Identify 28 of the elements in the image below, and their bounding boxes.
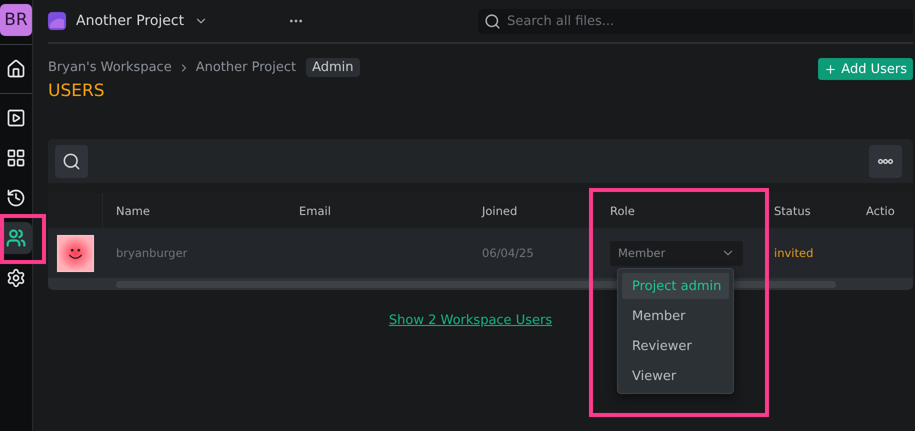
column-header: Email — [286, 193, 469, 228]
column-header: Joined — [469, 193, 597, 228]
menu-option[interactable]: Reviewer — [622, 333, 729, 359]
column-header: Role — [597, 193, 761, 228]
page-title: USERS — [48, 81, 105, 101]
menu-option[interactable]: Member — [622, 303, 729, 329]
more-button[interactable] — [869, 144, 902, 178]
breadcrumb-link[interactable]: Bryan's Workspace — [48, 60, 172, 75]
column-header: Name — [103, 193, 286, 228]
column-header: Status — [761, 193, 853, 228]
project-name[interactable]: Another Project — [76, 13, 184, 29]
user-avatar[interactable]: BR — [0, 4, 32, 36]
column-header: Actio — [853, 193, 913, 228]
search-icon — [484, 12, 502, 30]
search-button[interactable] — [55, 144, 88, 178]
project-logo-icon — [48, 12, 66, 30]
search-icon — [62, 152, 81, 170]
role-badge: Admin — [306, 58, 360, 77]
more-icon — [878, 158, 893, 164]
add-users-button[interactable]: Add Users — [818, 58, 913, 80]
breadcrumb-link[interactable]: Another Project — [196, 60, 296, 75]
menu-option[interactable]: Project admin — [622, 273, 729, 299]
search-field[interactable]: Search all files... — [478, 8, 913, 34]
role-select[interactable]: Member — [610, 240, 743, 266]
workspace-users-link[interactable]: Show 2 Workspace Users — [388, 313, 552, 328]
menu-option[interactable]: Viewer — [622, 363, 729, 389]
highlight-frame — [0, 214, 46, 264]
plus-icon — [824, 62, 838, 76]
